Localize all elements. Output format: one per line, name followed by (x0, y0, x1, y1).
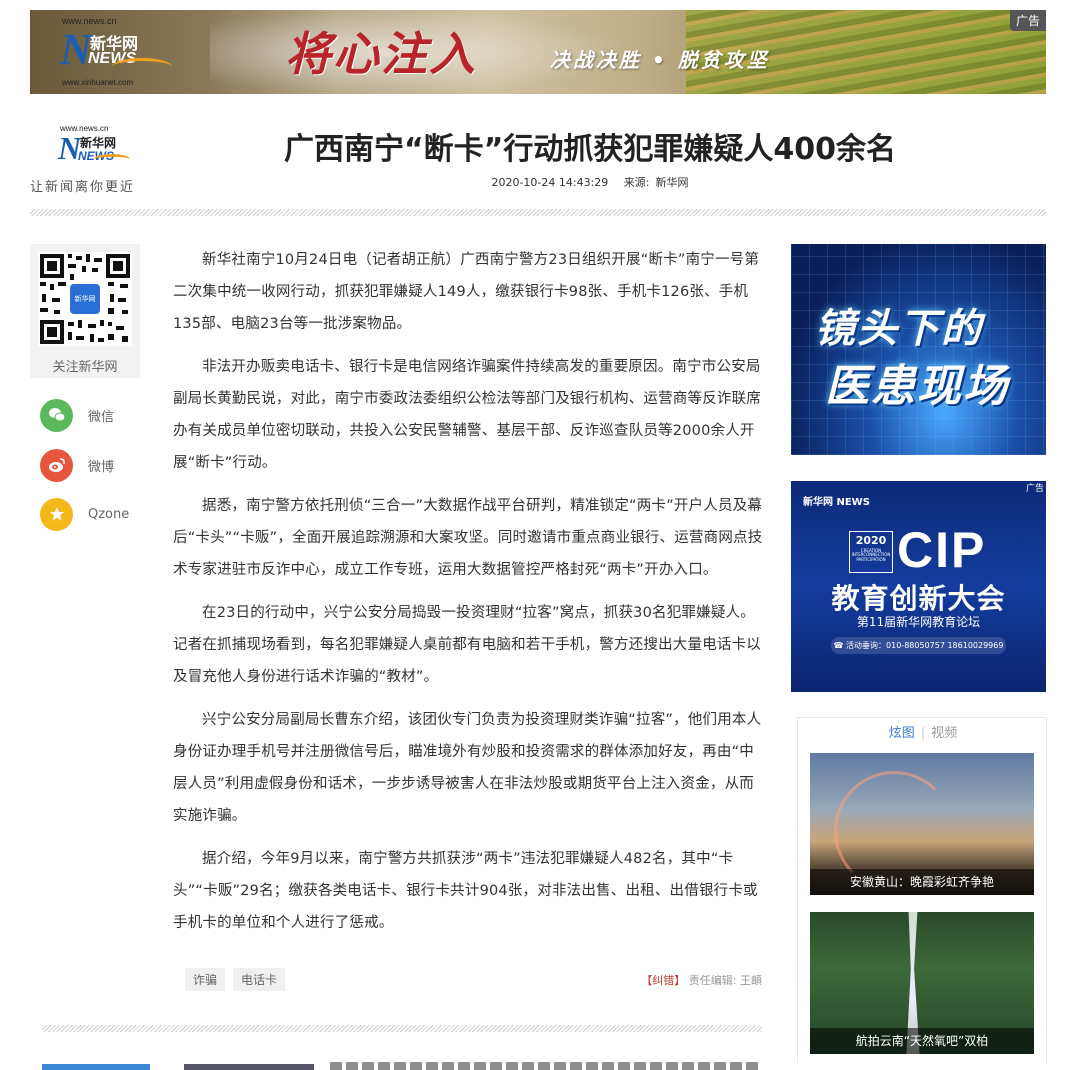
promo2-year-sub: CREATION INTERCONNECTION PARTICIPATION (851, 548, 891, 562)
weibo-icon (40, 448, 73, 482)
promo-banner-doctor-patient[interactable]: 镜头下的 医患现场 (791, 244, 1046, 455)
article-paragraph: 新华社南宁10月24日电（记者胡正航）广西南宁警方23日组织开展“断卡”南宁一号… (173, 252, 760, 332)
site-logo[interactable]: www.news.cn N 新华网 NEWS (58, 124, 138, 172)
promo2-main-title: 教育创新大会 (831, 582, 1006, 615)
banner-logo-n: N (60, 25, 92, 74)
promo2-cip: CIP (897, 522, 987, 578)
gallery-item[interactable]: 航拍云南“天然氧吧”双柏 (810, 912, 1034, 1054)
site-logo-swoosh (94, 154, 130, 164)
article-body: 新华社南宁10月24日电（记者胡正航）广西南宁警方23日组织开展“断卡”南宁一号… (173, 244, 763, 950)
tab-video[interactable]: 视频 (931, 726, 957, 741)
article-meta: 2020-10-24 14:43:29 来源: 新华网 (200, 174, 980, 190)
share-qzone-button[interactable]: Qzone (40, 497, 129, 531)
wechat-icon (40, 398, 73, 432)
banner-calligraphy: 将心注入 (285, 27, 477, 81)
qr-badge-text: 新华网 (74, 295, 96, 303)
gallery-tabs: 炫图 | 视频 (798, 722, 1048, 741)
editor-line: 【纠错】 责任编辑: 王頔 (641, 972, 762, 988)
gallery-item[interactable]: 安徽黄山：晚霞彩虹齐争艳 (810, 753, 1034, 895)
source-value[interactable]: 新华网 (656, 176, 689, 189)
tab-gallery[interactable]: 炫图 (889, 726, 915, 741)
share-wechat-label: 微信 (88, 409, 115, 425)
tab-separator: | (920, 726, 926, 741)
banner-logo-swoosh (112, 58, 172, 76)
site-tagline: 让新闻离你更近 (30, 180, 136, 195)
qr-label: 关注新华网 (52, 360, 118, 375)
share-weibo-button[interactable]: 微博 (40, 448, 114, 482)
promo-banner-cip[interactable]: 新华网 NEWS 广告 2020 CREATION INTERCONNECTIO… (791, 481, 1046, 692)
editor-label: 责任编辑: (688, 974, 737, 987)
related-thumbnail[interactable] (184, 1064, 314, 1070)
tag-link[interactable]: 电话卡 (233, 968, 286, 991)
article-paragraph: 据悉，南宁警方依托刑侦“三合一”大数据作战平台研判，精准锁定“两卡”开户人员及幕… (173, 498, 763, 578)
banner-logo: www.news.cn N 新华网 NEWS www.xinhuanet.com (60, 16, 180, 90)
share-wechat-button[interactable]: 微信 (40, 398, 114, 432)
related-section-header (42, 1064, 150, 1070)
article-tags: 诈骗 电话卡 (185, 968, 286, 991)
related-title-fragment (330, 1062, 760, 1070)
promo1-line2: 医患现场 (825, 361, 1009, 412)
article-title: 广西南宁“断卡”行动抓获犯罪嫌疑人400余名 (283, 132, 897, 167)
correction-link[interactable]: 【纠错】 (641, 974, 685, 987)
promo2-year-box: 2020 CREATION INTERCONNECTION PARTICIPAT… (849, 531, 893, 573)
promo2-year: 2020 (855, 534, 887, 547)
gallery-caption: 安徽黄山：晚霞彩虹齐争艳 (810, 869, 1034, 895)
article-paragraph: 兴宁公安分局副局长曹东介绍，该团伙专门负责为投资理财类诈骗“拉客”，他们用本人身… (173, 712, 762, 824)
ad-badge[interactable]: 广告 (1009, 10, 1046, 31)
promo2-contact: ☎ 活动垂询：010-88050757 18610029969 (831, 637, 1006, 654)
article-paragraph: 在23日的行动中，兴宁公安分局捣毁一投资理财“拉客”窝点，抓获30名犯罪嫌疑人。… (173, 605, 761, 685)
share-qzone-label: Qzone (88, 506, 130, 522)
article-paragraph: 据介绍，今年9月以来，南宁警方共抓获涉“两卡”违法犯罪嫌疑人482名，其中“卡头… (173, 851, 758, 931)
source-label: 来源: (623, 176, 650, 189)
qzone-star-icon (40, 497, 73, 531)
banner-logo-sub-url: www.xinhuanet.com (62, 78, 134, 87)
promo2-ad-badge: 广告 (1025, 484, 1044, 494)
gallery-caption: 航拍云南“天然氧吧”双柏 (810, 1028, 1034, 1054)
related-title-cutoff[interactable] (330, 1062, 760, 1070)
header-divider (30, 209, 1046, 216)
article-datetime: 2020-10-24 14:43:29 (491, 176, 609, 189)
share-weibo-label: 微博 (88, 459, 115, 475)
promo2-subtitle: 第11届新华网教育论坛 (856, 615, 981, 629)
banner-slogan: 决战决胜 • 脱贫攻坚 (550, 48, 770, 72)
top-ad-banner[interactable]: www.news.cn N 新华网 NEWS www.xinhuanet.com… (30, 10, 1046, 94)
article-bottom-divider (42, 1025, 762, 1032)
editor-name: 王頔 (740, 974, 762, 987)
tag-link[interactable]: 诈骗 (185, 968, 226, 991)
qr-code[interactable]: 新华网 (38, 252, 132, 346)
gallery-panel: 炫图 | 视频 安徽黄山：晚霞彩虹齐争艳 航拍云南“天然氧吧”双柏 (797, 717, 1047, 1063)
promo1-line1: 镜头下的 (815, 306, 983, 352)
promo2-logo: 新华网 NEWS (803, 497, 870, 508)
qr-panel: 新华网 关注新华网 (30, 244, 140, 378)
article-paragraph: 非法开办贩卖电话卡、银行卡是电信网络诈骗案件持续高发的重要原因。南宁市公安局副局… (173, 359, 761, 471)
